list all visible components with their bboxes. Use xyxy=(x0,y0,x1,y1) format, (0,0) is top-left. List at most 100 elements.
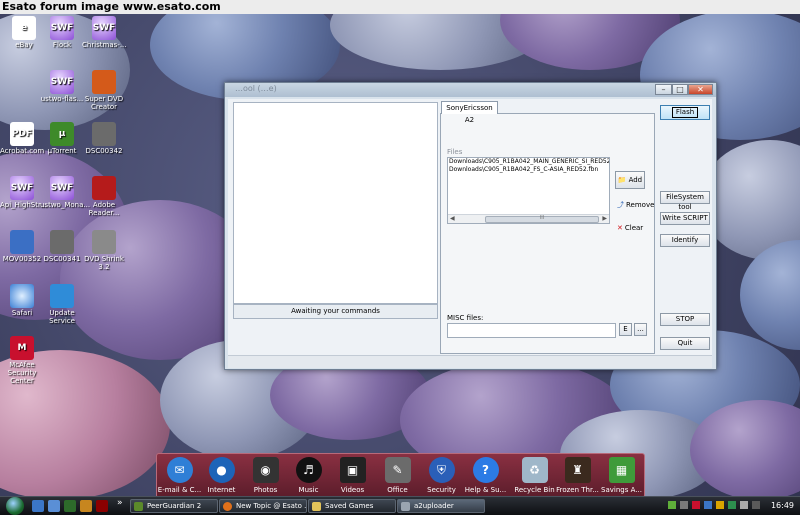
dock-item-music[interactable]: ♬ Music xyxy=(286,457,331,494)
acrobat-icon: PDF xyxy=(10,122,34,146)
desktop-icon-dvd-shrink[interactable]: DVD Shrink 3.2 xyxy=(82,230,126,271)
maximize-button[interactable]: □ xyxy=(672,84,688,95)
quicklaunch-app-icon[interactable] xyxy=(80,500,92,512)
dock-item-photos[interactable]: ◉ Photos xyxy=(243,457,288,494)
log-output[interactable] xyxy=(233,102,438,304)
adobe-reader-icon xyxy=(92,176,116,200)
maximize-icon: □ xyxy=(676,85,684,94)
desktop-icon-adobe-reader[interactable]: Adobe Reader... xyxy=(82,176,126,217)
quit-button[interactable]: Quit xyxy=(660,337,710,350)
taskbar-clock[interactable]: 16:49 xyxy=(771,499,794,513)
application-icon xyxy=(401,502,410,511)
remove-button[interactable]: ⤴ Remove xyxy=(617,200,654,210)
desktop-icon-label: MOV00352 xyxy=(2,255,42,263)
tray-app-icon[interactable] xyxy=(668,501,676,509)
taskbar-item-saved-games[interactable]: Saved Games xyxy=(308,499,396,513)
close-button[interactable]: ✕ xyxy=(688,84,713,95)
dock-item-frozen-throne[interactable]: ♜ Frozen Thr... xyxy=(555,457,600,494)
desktop-icon-label: Update Service xyxy=(49,309,75,325)
clear-x-icon: ✕ xyxy=(617,224,623,232)
tray-volume-icon[interactable] xyxy=(740,501,748,509)
uploader-window[interactable]: …ool (…e) – □ ✕ Awaiting your commands S… xyxy=(224,82,717,370)
horizontal-scrollbar[interactable]: ◀ III ▶ xyxy=(448,214,609,223)
scroll-left-icon[interactable]: ◀ xyxy=(450,215,455,223)
desktop-icon-label: Api_HighStr... xyxy=(0,201,47,209)
taskbar-item-browser[interactable]: New Topic @ Esato ... xyxy=(219,499,307,513)
dock-item-savings[interactable]: ▦ Savings A... xyxy=(599,457,644,494)
window-titlebar[interactable]: …ool (…e) – □ ✕ xyxy=(225,83,716,97)
dock-item-help[interactable]: ? Help & Su... xyxy=(463,457,508,494)
desktop-icon-api-highstr[interactable]: SWF Api_HighStr... xyxy=(0,176,47,209)
dock-item-email[interactable]: ✉ E-mail & C... xyxy=(157,457,202,494)
swf-file-icon: SWF xyxy=(50,70,74,94)
desktop-icon-ustwo-flash[interactable]: SWF ustwo-flas... xyxy=(40,70,84,103)
desktop-icon-update-service[interactable]: Update Service xyxy=(40,284,84,325)
add-button[interactable]: 📁 Add xyxy=(615,171,645,189)
tray-battery-icon[interactable] xyxy=(728,501,736,509)
update-service-icon xyxy=(50,284,74,308)
desktop-icon-dsc00342[interactable]: DSC00342 xyxy=(82,122,126,155)
identify-button[interactable]: Identify xyxy=(660,234,710,247)
tray-app-icon[interactable] xyxy=(680,501,688,509)
scroll-right-icon[interactable]: ▶ xyxy=(602,215,607,223)
filesystem-tool-button[interactable]: FileSystem tool xyxy=(660,191,710,211)
swf-file-icon: SWF xyxy=(92,16,116,40)
desktop-icon-utorrent[interactable]: µ µTorrent xyxy=(40,122,84,155)
desktop-icon-super-dvd-creator[interactable]: Super DVD Creator xyxy=(82,70,126,111)
quicklaunch-app-icon[interactable] xyxy=(64,500,76,512)
quicklaunch-desktop-icon[interactable] xyxy=(32,500,44,512)
recycle-bin-icon: ♻ xyxy=(521,457,548,483)
dock-item-label: Internet xyxy=(207,486,236,494)
taskbar-item-label: New Topic @ Esato ... xyxy=(236,502,307,510)
status-text: Awaiting your commands xyxy=(233,304,438,319)
desktop-icon-label: Flock xyxy=(52,41,72,49)
dock-item-office[interactable]: ✎ Office xyxy=(375,457,420,494)
quicklaunch-switch-windows-icon[interactable] xyxy=(48,500,60,512)
tab-sonyericsson-a2[interactable]: SonyEricsson A2 xyxy=(441,101,498,124)
taskbar-item-peerguardian[interactable]: PeerGuardian 2 xyxy=(130,499,218,513)
desktop-icon-mov00352[interactable]: MOV00352 xyxy=(0,230,44,263)
desktop-icon-safari[interactable]: Safari xyxy=(0,284,44,317)
tray-app-icon[interactable] xyxy=(716,501,724,509)
desktop-icon-acrobat[interactable]: PDF Acrobat.com xyxy=(0,122,44,155)
quicklaunch-app-icon[interactable] xyxy=(96,500,108,512)
tab-panel: Files Downloads\C905_R1BA042_MAIN_GENERI… xyxy=(440,113,655,354)
dock-item-security[interactable]: ⛨ Security xyxy=(419,457,464,494)
dock-item-recycle-bin[interactable]: ♻ Recycle Bin xyxy=(512,457,557,494)
dock-item-label: Security xyxy=(427,486,456,494)
tray-mcafee-icon[interactable] xyxy=(692,501,700,509)
desktop-icon-mcafee[interactable]: M McAfee Security Center xyxy=(0,336,44,385)
taskbar: » PeerGuardian 2 New Topic @ Esato ... S… xyxy=(0,496,800,515)
desktop-icon-flock[interactable]: SWF Flock xyxy=(40,16,84,49)
flash-button[interactable]: Flash xyxy=(660,105,710,120)
taskbar-item-a2uploader[interactable]: a2uploader xyxy=(397,499,485,513)
misc-browse-button[interactable]: ... xyxy=(634,323,647,336)
misc-e-button[interactable]: E xyxy=(619,323,632,336)
tray-app-icon[interactable] xyxy=(752,501,760,509)
dock-item-label: Office xyxy=(387,486,408,494)
clear-button[interactable]: ✕ Clear xyxy=(617,224,643,232)
dock-item-internet[interactable]: ● Internet xyxy=(199,457,244,494)
minimize-button[interactable]: – xyxy=(655,84,672,95)
application-dock: ✉ E-mail & C... ● Internet ◉ Photos ♬ Mu… xyxy=(156,453,645,498)
list-item[interactable]: Downloads\C905_R1BA042_MAIN_GENERIC_SI_R… xyxy=(448,158,609,166)
list-item[interactable]: Downloads\C905_R1BA042_FS_C-ASIA_RED52.f… xyxy=(448,166,609,174)
scrollbar-thumb[interactable]: III xyxy=(485,215,599,223)
desktop-icon-label: Christmas-... xyxy=(82,41,127,49)
misc-files-input[interactable] xyxy=(447,323,616,338)
desktop-icon-christmas[interactable]: SWF Christmas-... xyxy=(82,16,127,49)
globe-icon: ● xyxy=(208,457,235,483)
files-list[interactable]: Downloads\C905_R1BA042_MAIN_GENERIC_SI_R… xyxy=(447,157,610,224)
folder-icon: 📁 xyxy=(617,176,627,184)
spreadsheet-icon: ▦ xyxy=(608,457,635,483)
desktop-icon-dsc00341[interactable]: DSC00341 xyxy=(40,230,84,263)
write-script-button[interactable]: Write SCRIPT xyxy=(660,212,710,225)
desktop-icon-ustwo-mona[interactable]: SWF ustwo_Mona... xyxy=(40,176,90,209)
stop-button[interactable]: STOP xyxy=(660,313,710,326)
tray-network-icon[interactable] xyxy=(704,501,712,509)
dock-item-videos[interactable]: ▣ Videos xyxy=(330,457,375,494)
quicklaunch-overflow-chevron[interactable]: » xyxy=(117,498,123,508)
shield-icon: ⛨ xyxy=(428,457,455,483)
start-button[interactable] xyxy=(6,497,24,515)
desktop-icon-label: µTorrent xyxy=(47,147,77,155)
